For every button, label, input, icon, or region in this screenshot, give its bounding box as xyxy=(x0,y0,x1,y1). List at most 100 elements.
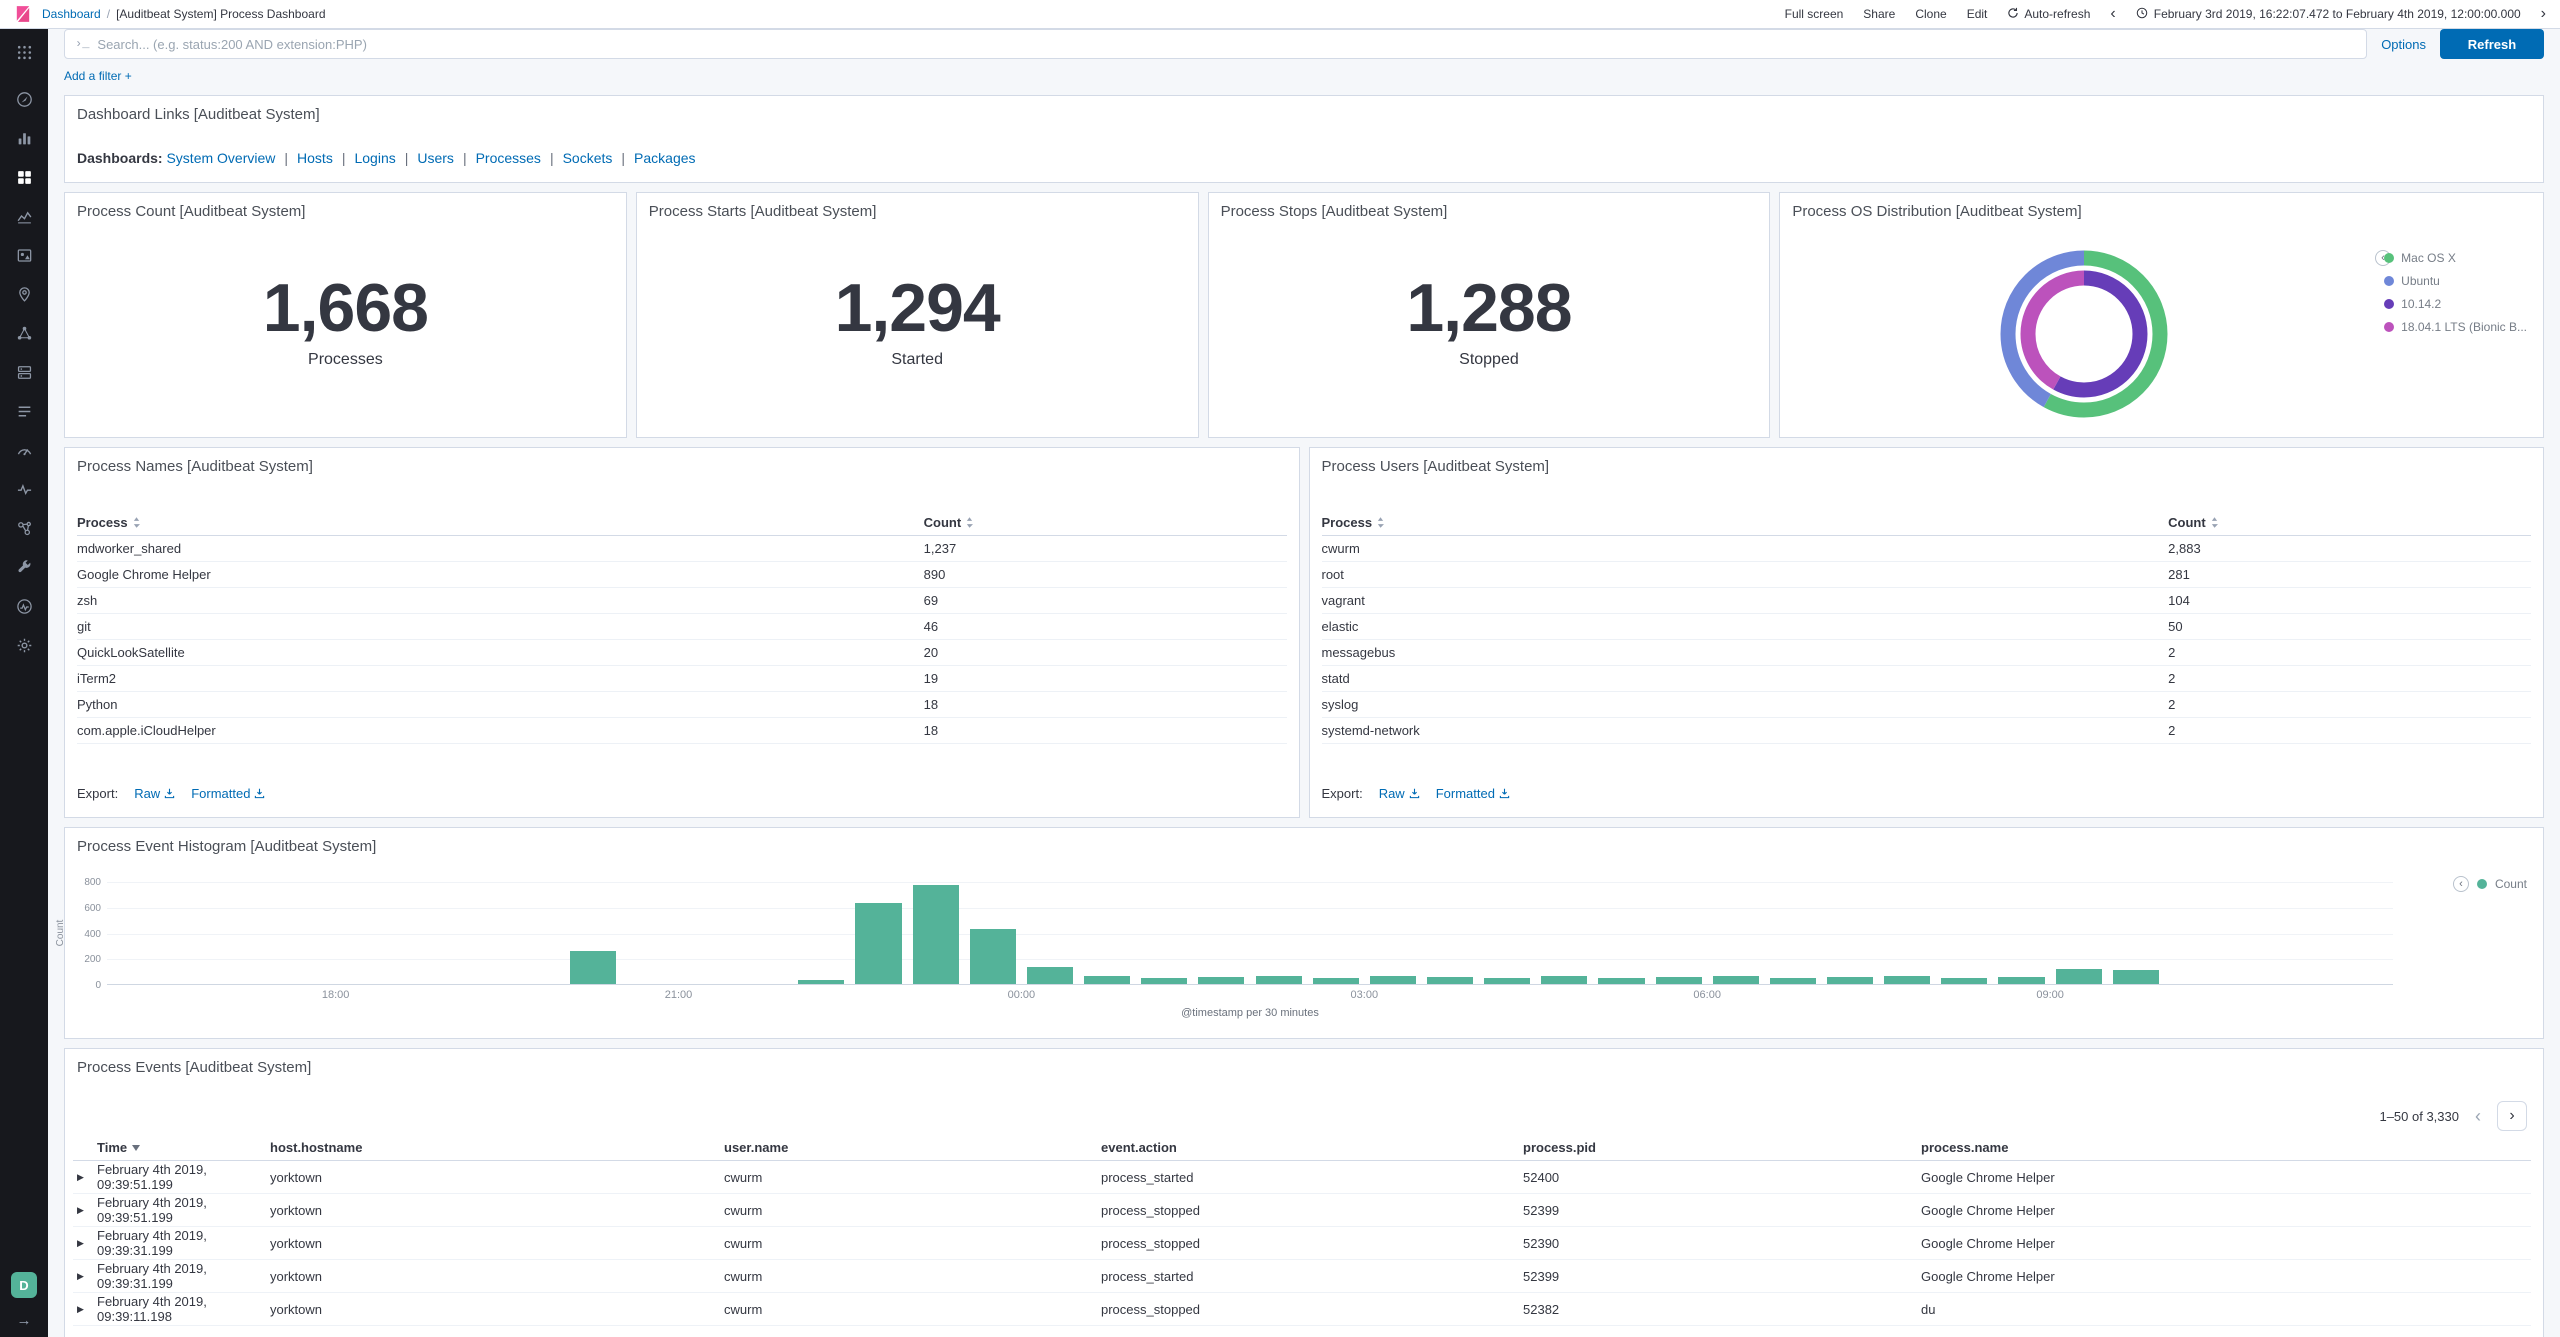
histogram-bar[interactable] xyxy=(1369,976,1416,984)
edit-button[interactable]: Edit xyxy=(1967,7,1988,21)
histogram-bar[interactable] xyxy=(912,884,959,984)
histogram-bar[interactable] xyxy=(1712,975,1759,984)
sidebar-item-monitoring[interactable] xyxy=(0,589,48,628)
auto-refresh-button[interactable]: Auto-refresh xyxy=(2007,7,2090,22)
histogram-bar[interactable] xyxy=(1484,978,1531,984)
histogram-bar[interactable] xyxy=(1084,976,1131,984)
time-back-button[interactable]: ‹ xyxy=(2110,6,2115,22)
histogram-bar[interactable] xyxy=(1827,976,1874,984)
refresh-button[interactable]: Refresh xyxy=(2440,29,2544,59)
space-avatar[interactable]: D xyxy=(11,1272,37,1298)
dashboard-link-sockets[interactable]: Sockets xyxy=(563,150,613,166)
event-row[interactable]: ▶ February 4th 2019, 09:39:51.199 yorktown… xyxy=(73,1194,2531,1227)
expand-row-icon[interactable]: ▶ xyxy=(73,1172,97,1183)
histogram-bar[interactable] xyxy=(2112,970,2159,984)
histogram-bar[interactable] xyxy=(798,980,845,984)
column-header-event-action[interactable]: event.action xyxy=(1101,1140,1523,1155)
histogram-bar[interactable] xyxy=(1026,966,1074,984)
kibana-logo-icon[interactable] xyxy=(14,5,32,23)
dashboard-link-system-overview[interactable]: System Overview xyxy=(166,150,275,166)
time-range-picker[interactable]: February 3rd 2019, 16:22:07.472 to Febru… xyxy=(2136,7,2521,22)
share-button[interactable]: Share xyxy=(1863,7,1895,21)
histogram-bar[interactable] xyxy=(569,950,616,984)
legend-item-ubuntu[interactable]: Ubuntu xyxy=(2384,274,2527,288)
sidebar-item-timelion[interactable] xyxy=(0,199,48,238)
histogram-bar[interactable] xyxy=(1426,976,1474,984)
histogram-bar[interactable] xyxy=(1198,976,1245,984)
histogram-bar[interactable] xyxy=(1884,976,1931,984)
add-filter-link[interactable]: Add a filter + xyxy=(64,69,132,83)
column-header-count[interactable]: Count xyxy=(2168,515,2531,530)
count-legend-label[interactable]: Count xyxy=(2495,877,2527,891)
histogram-bar[interactable] xyxy=(1998,976,2045,984)
histogram-bar[interactable] xyxy=(1769,977,1816,984)
metric-center: 1,668 Processes xyxy=(65,221,626,437)
export-formatted-link[interactable]: Formatted xyxy=(1436,786,1510,801)
expand-row-icon[interactable]: ▶ xyxy=(73,1205,97,1216)
column-header-count[interactable]: Count xyxy=(924,515,1287,530)
histogram-bar[interactable] xyxy=(1655,976,1702,984)
column-header-process[interactable]: Process xyxy=(1322,515,2169,530)
sidebar-item-menu[interactable] xyxy=(0,35,48,74)
histogram-bar[interactable] xyxy=(1541,976,1588,984)
column-header-user-name[interactable]: user.name xyxy=(724,1140,1101,1155)
sidebar-item-canvas[interactable] xyxy=(0,238,48,277)
event-row[interactable]: ▶ February 4th 2019, 09:39:11.198 yorktown… xyxy=(73,1293,2531,1326)
column-header-process[interactable]: Process xyxy=(77,515,924,530)
legend-item-18-04-1-lts-bionic-b-[interactable]: 18.04.1 LTS (Bionic B... xyxy=(2384,320,2527,334)
sidebar-item-infrastructure[interactable] xyxy=(0,355,48,394)
clone-button[interactable]: Clone xyxy=(1915,7,1946,21)
legend-item-10-14-2[interactable]: 10.14.2 xyxy=(2384,297,2527,311)
options-link[interactable]: Options xyxy=(2381,37,2426,52)
column-header-host-hostname[interactable]: host.hostname xyxy=(270,1140,724,1155)
histogram-bar[interactable] xyxy=(1255,975,1302,984)
histogram-bar[interactable] xyxy=(855,902,902,984)
export-raw-link[interactable]: Raw xyxy=(134,786,175,801)
histogram-bar[interactable] xyxy=(1598,977,1645,984)
dashboard-link-packages[interactable]: Packages xyxy=(634,150,695,166)
sidebar-item-machine-learning[interactable] xyxy=(0,316,48,355)
sidebar-item-apm[interactable] xyxy=(0,433,48,472)
expand-row-icon[interactable]: ▶ xyxy=(73,1304,97,1315)
breadcrumb-dashboard-link[interactable]: Dashboard xyxy=(42,7,101,21)
event-row[interactable]: ▶ February 4th 2019, 09:39:31.199 yorktown… xyxy=(73,1260,2531,1293)
sidebar-item-management[interactable] xyxy=(0,628,48,667)
event-row[interactable]: ▶ February 4th 2019, 09:39:31.199 yorktown… xyxy=(73,1227,2531,1260)
export-formatted-link[interactable]: Formatted xyxy=(191,786,265,801)
sidebar-item-visualize[interactable] xyxy=(0,121,48,160)
histogram-bar[interactable] xyxy=(969,928,1016,984)
sidebar-item-logs[interactable] xyxy=(0,394,48,433)
legend-toggle-icon[interactable]: ‹ xyxy=(2452,876,2469,892)
column-header-time[interactable]: Time xyxy=(97,1140,270,1155)
histogram-bar[interactable] xyxy=(1141,978,1188,984)
gridline xyxy=(107,882,2393,883)
time-forward-button[interactable]: › xyxy=(2541,6,2546,22)
expand-row-icon[interactable]: ▶ xyxy=(73,1238,97,1249)
sidebar-item-graph[interactable] xyxy=(0,511,48,550)
dashboard-link-processes[interactable]: Processes xyxy=(476,150,541,166)
histogram-bar[interactable] xyxy=(1312,977,1359,984)
next-page-button[interactable]: › xyxy=(2497,1101,2527,1131)
sidebar-item-maps[interactable] xyxy=(0,277,48,316)
expand-nav-icon[interactable]: → xyxy=(17,1312,32,1329)
event-row[interactable]: ▶ February 4th 2019, 09:39:51.199 yorktown… xyxy=(73,1161,2531,1194)
sidebar-item-discover[interactable] xyxy=(0,82,48,121)
sidebar-item-dev-tools[interactable] xyxy=(0,550,48,589)
dashboard-link-users[interactable]: Users xyxy=(417,150,454,166)
expand-row-icon[interactable]: ▶ xyxy=(73,1271,97,1282)
os-donut-chart[interactable] xyxy=(1999,249,2169,419)
sidebar-item-uptime[interactable] xyxy=(0,472,48,511)
column-header-process-name[interactable]: process.name xyxy=(1921,1140,2531,1155)
search-input[interactable] xyxy=(97,36,2357,52)
dashboard-link-hosts[interactable]: Hosts xyxy=(297,150,333,166)
export-raw-link[interactable]: Raw xyxy=(1379,786,1420,801)
full-screen-button[interactable]: Full screen xyxy=(1785,7,1844,21)
histogram-bar[interactable] xyxy=(1941,977,1988,984)
column-header-process-pid[interactable]: process.pid xyxy=(1523,1140,1921,1155)
dashboard-link-logins[interactable]: Logins xyxy=(354,150,395,166)
histogram-bar[interactable] xyxy=(2055,969,2102,984)
legend-item-mac-os-x[interactable]: Mac OS X xyxy=(2384,251,2527,265)
panel-title: Process Starts [Auditbeat System] xyxy=(648,203,877,220)
prev-page-button[interactable]: ‹ xyxy=(2475,1107,2481,1125)
sidebar-item-dashboard[interactable] xyxy=(0,160,48,199)
